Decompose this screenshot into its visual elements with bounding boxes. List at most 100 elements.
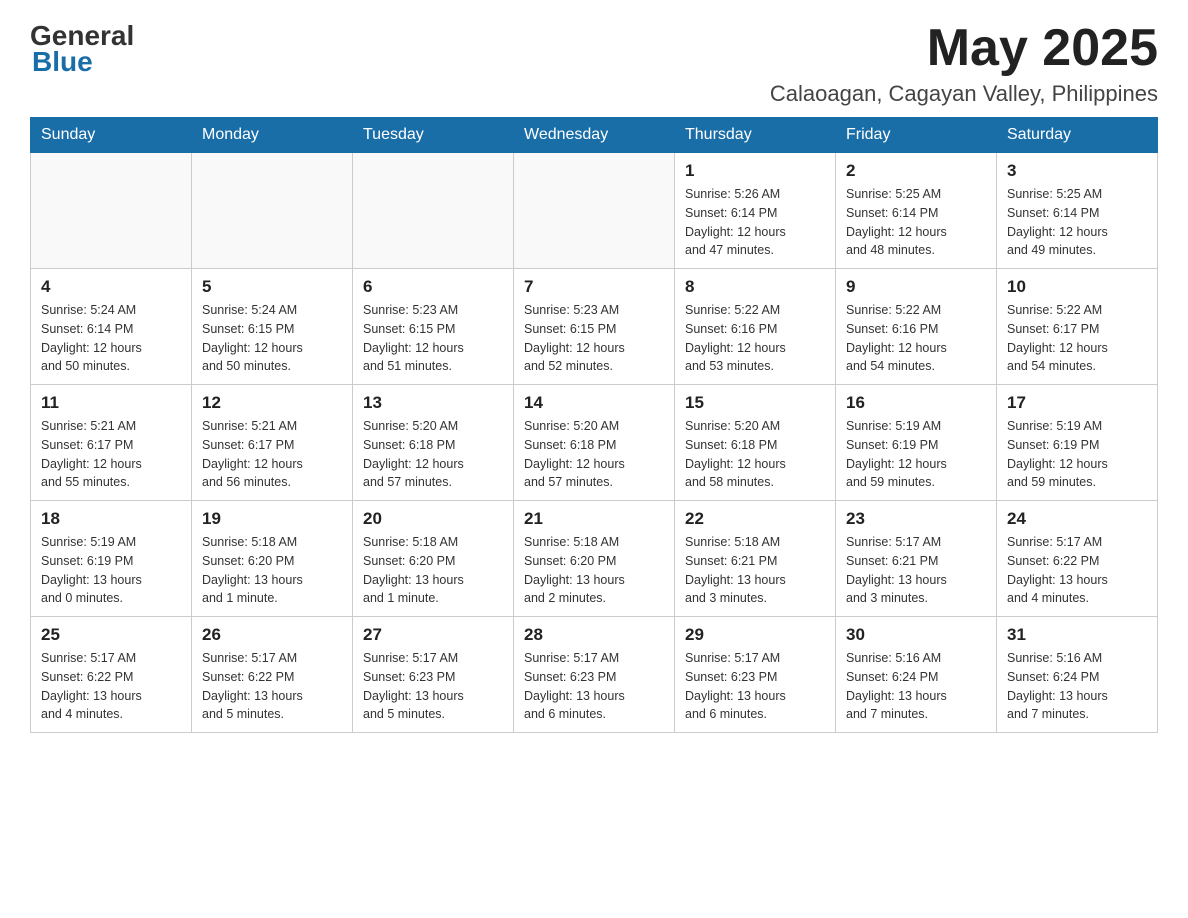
calendar-cell: 5 Sunrise: 5:24 AM Sunset: 6:15 PM Daylig…: [192, 269, 353, 385]
calendar-cell: 21 Sunrise: 5:18 AM Sunset: 6:20 PM Dayli…: [514, 501, 675, 617]
day-number: 23: [846, 509, 986, 529]
day-number: 7: [524, 277, 664, 297]
day-number: 6: [363, 277, 503, 297]
calendar-cell: 6 Sunrise: 5:23 AM Sunset: 6:15 PM Daylig…: [353, 269, 514, 385]
day-number: 13: [363, 393, 503, 413]
day-info: Sunrise: 5:18 AM Sunset: 6:20 PM Dayligh…: [363, 533, 503, 608]
day-info: Sunrise: 5:22 AM Sunset: 6:16 PM Dayligh…: [846, 301, 986, 376]
calendar-cell: 4 Sunrise: 5:24 AM Sunset: 6:14 PM Daylig…: [31, 269, 192, 385]
day-info: Sunrise: 5:16 AM Sunset: 6:24 PM Dayligh…: [846, 649, 986, 724]
day-number: 25: [41, 625, 181, 645]
day-info: Sunrise: 5:19 AM Sunset: 6:19 PM Dayligh…: [846, 417, 986, 492]
day-info: Sunrise: 5:18 AM Sunset: 6:21 PM Dayligh…: [685, 533, 825, 608]
calendar-cell: 2 Sunrise: 5:25 AM Sunset: 6:14 PM Daylig…: [836, 153, 997, 269]
day-number: 19: [202, 509, 342, 529]
title-block: May 2025 Calaoagan, Cagayan Valley, Phil…: [770, 20, 1158, 107]
calendar-cell: [192, 153, 353, 269]
day-number: 30: [846, 625, 986, 645]
day-info: Sunrise: 5:26 AM Sunset: 6:14 PM Dayligh…: [685, 185, 825, 260]
calendar-cell: 1 Sunrise: 5:26 AM Sunset: 6:14 PM Daylig…: [675, 153, 836, 269]
weekday-header-monday: Monday: [192, 118, 353, 153]
calendar-cell: [31, 153, 192, 269]
calendar-cell: 28 Sunrise: 5:17 AM Sunset: 6:23 PM Dayli…: [514, 617, 675, 733]
day-info: Sunrise: 5:19 AM Sunset: 6:19 PM Dayligh…: [1007, 417, 1147, 492]
day-number: 26: [202, 625, 342, 645]
day-number: 5: [202, 277, 342, 297]
calendar-cell: 3 Sunrise: 5:25 AM Sunset: 6:14 PM Daylig…: [997, 153, 1158, 269]
calendar-cell: 9 Sunrise: 5:22 AM Sunset: 6:16 PM Daylig…: [836, 269, 997, 385]
calendar-cell: 14Sunrise: 5:20 AM Sunset: 6:18 PM Dayli…: [514, 385, 675, 501]
day-number: 9: [846, 277, 986, 297]
calendar-cell: 29Sunrise: 5:17 AM Sunset: 6:23 PM Dayli…: [675, 617, 836, 733]
day-info: Sunrise: 5:25 AM Sunset: 6:14 PM Dayligh…: [846, 185, 986, 260]
calendar-cell: 7Sunrise: 5:23 AM Sunset: 6:15 PM Daylig…: [514, 269, 675, 385]
weekday-header-tuesday: Tuesday: [353, 118, 514, 153]
week-row-1: 1 Sunrise: 5:26 AM Sunset: 6:14 PM Daylig…: [31, 153, 1158, 269]
day-info: Sunrise: 5:25 AM Sunset: 6:14 PM Dayligh…: [1007, 185, 1147, 260]
calendar-cell: [514, 153, 675, 269]
calendar-cell: 27Sunrise: 5:17 AM Sunset: 6:23 PM Dayli…: [353, 617, 514, 733]
calendar-cell: 31 Sunrise: 5:16 AM Sunset: 6:24 PM Dayli…: [997, 617, 1158, 733]
day-info: Sunrise: 5:17 AM Sunset: 6:23 PM Dayligh…: [524, 649, 664, 724]
day-info: Sunrise: 5:21 AM Sunset: 6:17 PM Dayligh…: [41, 417, 181, 492]
day-number: 15: [685, 393, 825, 413]
calendar-cell: 17Sunrise: 5:19 AM Sunset: 6:19 PM Dayli…: [997, 385, 1158, 501]
day-number: 21: [524, 509, 664, 529]
day-info: Sunrise: 5:17 AM Sunset: 6:21 PM Dayligh…: [846, 533, 986, 608]
week-row-3: 11 Sunrise: 5:21 AM Sunset: 6:17 PM Dayli…: [31, 385, 1158, 501]
week-row-5: 25 Sunrise: 5:17 AM Sunset: 6:22 PM Dayli…: [31, 617, 1158, 733]
day-number: 28: [524, 625, 664, 645]
day-number: 31: [1007, 625, 1147, 645]
day-info: Sunrise: 5:18 AM Sunset: 6:20 PM Dayligh…: [524, 533, 664, 608]
day-info: Sunrise: 5:17 AM Sunset: 6:23 PM Dayligh…: [363, 649, 503, 724]
day-info: Sunrise: 5:20 AM Sunset: 6:18 PM Dayligh…: [524, 417, 664, 492]
month-title: May 2025: [770, 20, 1158, 77]
day-info: Sunrise: 5:24 AM Sunset: 6:14 PM Dayligh…: [41, 301, 181, 376]
week-row-4: 18 Sunrise: 5:19 AM Sunset: 6:19 PM Dayli…: [31, 501, 1158, 617]
page-header: General Blue May 2025 Calaoagan, Cagayan…: [30, 20, 1158, 107]
day-info: Sunrise: 5:21 AM Sunset: 6:17 PM Dayligh…: [202, 417, 342, 492]
day-number: 8: [685, 277, 825, 297]
day-number: 3: [1007, 161, 1147, 181]
day-number: 16: [846, 393, 986, 413]
day-number: 24: [1007, 509, 1147, 529]
calendar-cell: 13 Sunrise: 5:20 AM Sunset: 6:18 PM Dayli…: [353, 385, 514, 501]
weekday-header-saturday: Saturday: [997, 118, 1158, 153]
day-info: Sunrise: 5:17 AM Sunset: 6:22 PM Dayligh…: [41, 649, 181, 724]
day-number: 4: [41, 277, 181, 297]
day-info: Sunrise: 5:24 AM Sunset: 6:15 PM Dayligh…: [202, 301, 342, 376]
location-title: Calaoagan, Cagayan Valley, Philippines: [770, 81, 1158, 107]
day-info: Sunrise: 5:23 AM Sunset: 6:15 PM Dayligh…: [363, 301, 503, 376]
week-row-2: 4 Sunrise: 5:24 AM Sunset: 6:14 PM Daylig…: [31, 269, 1158, 385]
day-number: 18: [41, 509, 181, 529]
calendar-cell: 25 Sunrise: 5:17 AM Sunset: 6:22 PM Dayli…: [31, 617, 192, 733]
day-number: 20: [363, 509, 503, 529]
day-number: 29: [685, 625, 825, 645]
calendar-cell: 8 Sunrise: 5:22 AM Sunset: 6:16 PM Daylig…: [675, 269, 836, 385]
day-info: Sunrise: 5:20 AM Sunset: 6:18 PM Dayligh…: [685, 417, 825, 492]
logo: General Blue: [30, 20, 134, 78]
calendar-cell: 26Sunrise: 5:17 AM Sunset: 6:22 PM Dayli…: [192, 617, 353, 733]
day-info: Sunrise: 5:22 AM Sunset: 6:17 PM Dayligh…: [1007, 301, 1147, 376]
calendar-cell: 10Sunrise: 5:22 AM Sunset: 6:17 PM Dayli…: [997, 269, 1158, 385]
day-info: Sunrise: 5:16 AM Sunset: 6:24 PM Dayligh…: [1007, 649, 1147, 724]
calendar-cell: 24 Sunrise: 5:17 AM Sunset: 6:22 PM Dayli…: [997, 501, 1158, 617]
weekday-header-sunday: Sunday: [31, 118, 192, 153]
day-info: Sunrise: 5:19 AM Sunset: 6:19 PM Dayligh…: [41, 533, 181, 608]
weekday-header-thursday: Thursday: [675, 118, 836, 153]
calendar-cell: 11 Sunrise: 5:21 AM Sunset: 6:17 PM Dayli…: [31, 385, 192, 501]
calendar-cell: 18 Sunrise: 5:19 AM Sunset: 6:19 PM Dayli…: [31, 501, 192, 617]
day-info: Sunrise: 5:17 AM Sunset: 6:22 PM Dayligh…: [1007, 533, 1147, 608]
day-info: Sunrise: 5:22 AM Sunset: 6:16 PM Dayligh…: [685, 301, 825, 376]
weekday-header-row: SundayMondayTuesdayWednesdayThursdayFrid…: [31, 118, 1158, 153]
day-number: 1: [685, 161, 825, 181]
calendar-cell: 20 Sunrise: 5:18 AM Sunset: 6:20 PM Dayli…: [353, 501, 514, 617]
day-info: Sunrise: 5:20 AM Sunset: 6:18 PM Dayligh…: [363, 417, 503, 492]
calendar-table: SundayMondayTuesdayWednesdayThursdayFrid…: [30, 117, 1158, 733]
day-number: 2: [846, 161, 986, 181]
day-number: 11: [41, 393, 181, 413]
calendar-cell: 15 Sunrise: 5:20 AM Sunset: 6:18 PM Dayli…: [675, 385, 836, 501]
calendar-cell: 12Sunrise: 5:21 AM Sunset: 6:17 PM Dayli…: [192, 385, 353, 501]
day-info: Sunrise: 5:18 AM Sunset: 6:20 PM Dayligh…: [202, 533, 342, 608]
calendar-cell: 22Sunrise: 5:18 AM Sunset: 6:21 PM Dayli…: [675, 501, 836, 617]
